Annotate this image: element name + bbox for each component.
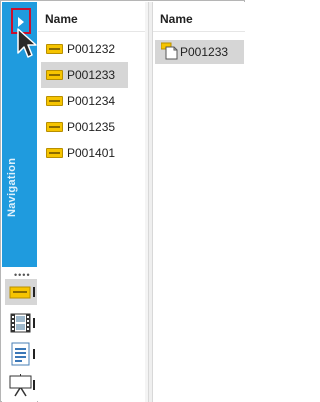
list-item[interactable]: P001401 bbox=[41, 140, 128, 166]
ticket-icon bbox=[46, 96, 63, 106]
list-item-label: P001234 bbox=[67, 94, 116, 108]
list-item-label: P001401 bbox=[67, 146, 116, 160]
list-item-label: P001232 bbox=[67, 42, 116, 56]
items-list-panel: Name P001232 P001233 P001234 P001235 P00… bbox=[38, 2, 148, 402]
list-item-label: P001235 bbox=[67, 120, 116, 134]
rail-tab-tickets[interactable] bbox=[5, 279, 37, 305]
ticket-icon bbox=[46, 70, 63, 80]
list-item[interactable]: P001232 bbox=[41, 36, 128, 62]
separator-mark bbox=[33, 349, 35, 359]
rail-tab-documents[interactable] bbox=[5, 341, 37, 367]
column-header-name[interactable]: Name bbox=[153, 2, 245, 32]
list-item[interactable]: P001235 bbox=[41, 114, 128, 140]
list-item[interactable]: P001233 bbox=[41, 62, 128, 88]
list-item-label: P001233 bbox=[180, 45, 229, 59]
separator-mark bbox=[33, 287, 35, 297]
rail-tab-presentations[interactable] bbox=[5, 372, 37, 398]
mouse-cursor-icon bbox=[17, 28, 37, 58]
list-item[interactable]: P001233 bbox=[155, 40, 244, 64]
ticket-icon bbox=[46, 148, 63, 158]
details-list-panel: Name P001233 bbox=[153, 2, 245, 402]
separator-mark bbox=[33, 318, 35, 328]
column-header-name[interactable]: Name bbox=[38, 2, 148, 32]
list-item[interactable]: P001234 bbox=[41, 88, 128, 114]
navigation-label: Navigation bbox=[6, 157, 18, 217]
ticket-icon bbox=[46, 44, 63, 54]
chevron-right-icon bbox=[18, 17, 24, 27]
app-frame: Navigation •••• Name P001232 P001233 P00… bbox=[0, 0, 245, 402]
rail-tab-media[interactable] bbox=[5, 310, 37, 336]
list-item-label: P001233 bbox=[67, 68, 116, 82]
ticket-document-icon bbox=[161, 42, 178, 60]
ticket-icon bbox=[46, 122, 63, 132]
separator-mark bbox=[33, 380, 35, 390]
